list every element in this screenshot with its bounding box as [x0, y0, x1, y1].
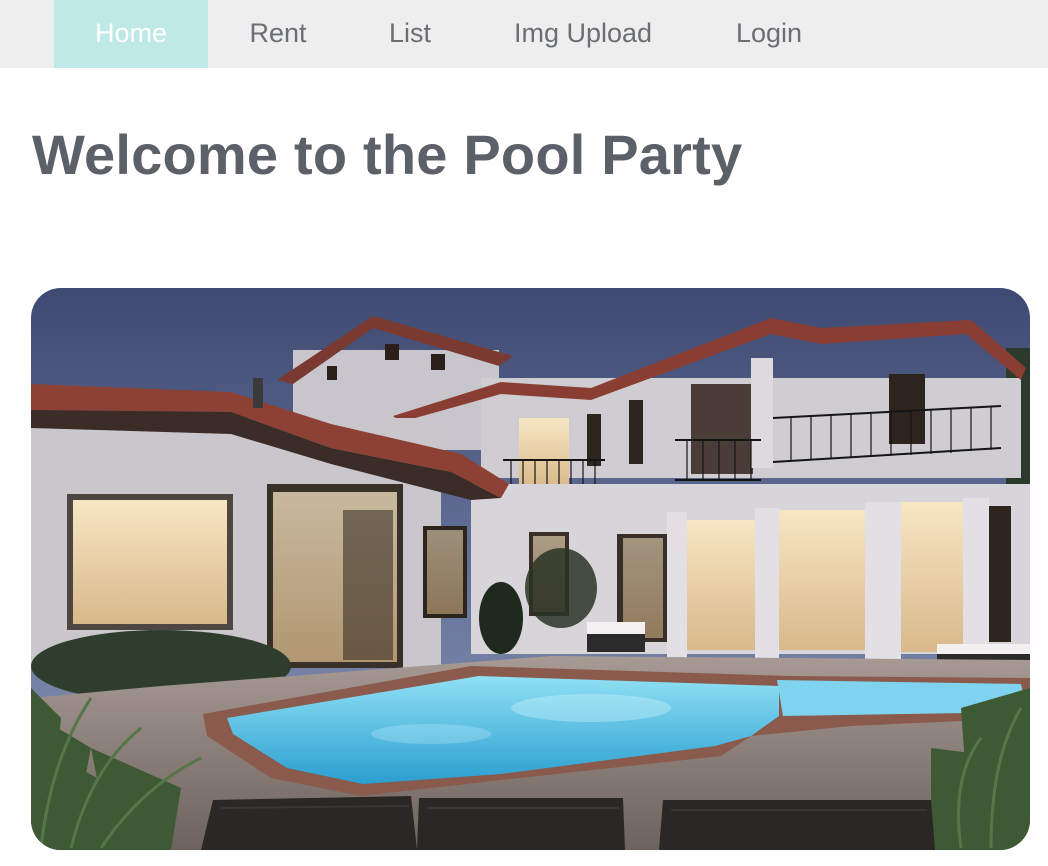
page-title: Welcome to the Pool Party [32, 123, 743, 186]
hero-image [31, 288, 1030, 850]
nav-list-link[interactable]: List [348, 0, 472, 68]
nav-img-upload-link[interactable]: Img Upload [472, 0, 694, 68]
nav-rent-link[interactable]: Rent [208, 0, 348, 68]
nav-home-link[interactable]: Home [54, 0, 208, 68]
nav-login-link[interactable]: Login [694, 0, 844, 68]
top-nav-bar: Home Rent List Img Upload Login [0, 0, 1048, 68]
